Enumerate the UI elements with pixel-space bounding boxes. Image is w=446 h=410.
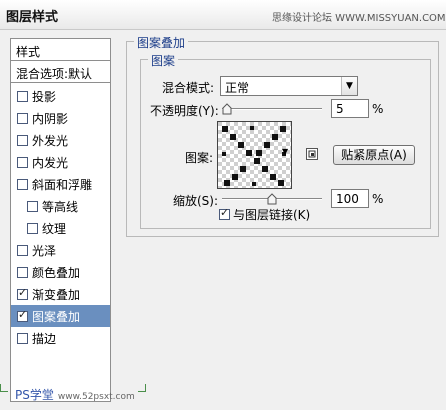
blend-mode-value: 正常 [225,81,250,95]
window-title: 图层样式 [6,10,59,25]
sidebar-item-checkbox[interactable] [17,308,28,322]
watermark-top: 思缘设计论坛 WWW.MISSYUAN.COM [272,13,446,24]
sidebar-item-checkbox[interactable] [17,112,28,124]
pattern-swatch[interactable] [217,121,292,189]
opacity-input[interactable]: 5 [331,99,369,118]
styles-header[interactable]: 样式 [11,39,110,61]
sidebar-item-checkbox[interactable] [17,178,28,190]
watermark-main: PS学堂 [15,388,54,402]
sidebar-item-label: 描边 [32,331,57,346]
sidebar-item-checkbox[interactable] [17,244,28,256]
new-preset-icon[interactable] [306,148,318,160]
pattern-dropdown-icon[interactable]: ▼ [282,147,288,156]
pattern-overlay-legend: 图案叠加 [134,34,189,51]
checkbox-icon[interactable] [219,206,230,220]
opacity-label: 不透明度(Y): [150,104,219,118]
sidebar-item-checkbox[interactable] [17,134,28,146]
sidebar-item-label: 外发光 [32,133,69,148]
sidebar-item-label: 图案叠加 [32,309,81,324]
sidebar-item[interactable]: 光泽 [11,239,110,261]
sidebar-item[interactable]: 渐变叠加 [11,283,110,305]
link-with-layer-label: 与图层链接(K) [233,208,311,222]
sidebar-item-label: 渐变叠加 [32,287,81,302]
opacity-unit: % [372,102,384,116]
sidebar-item-label: 等高线 [42,199,79,214]
chevron-down-icon[interactable]: ▼ [341,77,357,95]
sidebar-item-label: 投影 [32,89,57,104]
pattern-preview [218,122,291,188]
sidebar-item[interactable]: 等高线 [11,195,110,217]
sidebar-item[interactable]: 投影 [11,85,110,107]
sidebar-item-checkbox[interactable] [17,266,28,278]
opacity-slider-track[interactable] [222,108,322,110]
watermark-bottom: PS学堂 www.52psxt.com [15,386,135,403]
sidebar-item-checkbox[interactable] [27,222,38,234]
scale-label: 缩放(S): [173,194,219,208]
title-bar: 图层样式 思缘设计论坛 WWW.MISSYUAN.COM [0,0,446,30]
sidebar-item-label: 内发光 [32,155,69,170]
watermark-sub: www.52psxt.com [57,392,135,402]
sidebar-item-label: 内阴影 [32,111,69,126]
sidebar-item-checkbox[interactable] [17,286,28,300]
blend-mode-label: 混合模式: [162,81,215,95]
sidebar-item-checkbox[interactable] [27,200,38,212]
sidebar-item-label: 光泽 [32,243,57,258]
scale-input[interactable]: 100 [331,189,369,208]
sidebar-item[interactable]: 内阴影 [11,107,110,129]
sidebar-item[interactable]: 图案叠加 [11,305,110,327]
sidebar-item-checkbox[interactable] [17,332,28,344]
styles-sidebar: 样式 混合选项:默认 投影内阴影外发光内发光斜面和浮雕等高线纹理光泽颜色叠加渐变… [10,38,111,402]
sidebar-item-checkbox[interactable] [17,156,28,168]
sidebar-item[interactable]: 斜面和浮雕 [11,173,110,195]
link-with-layer-checkbox[interactable]: 与图层链接(K) [219,206,310,223]
sidebar-item-label: 颜色叠加 [32,265,81,280]
pattern-legend: 图案 [148,52,179,69]
sidebar-item-label: 斜面和浮雕 [32,177,93,192]
scale-unit: % [372,192,384,206]
sidebar-item[interactable]: 内发光 [11,151,110,173]
sidebar-item[interactable]: 纹理 [11,217,110,239]
scale-slider-thumb[interactable] [267,193,277,205]
sidebar-item[interactable]: 描边 [11,327,110,349]
pattern-label: 图案: [185,151,214,165]
blend-mode-select[interactable]: 正常 ▼ [220,76,358,96]
corner-mark-icon [138,384,146,392]
corner-mark-icon [0,384,8,392]
sidebar-item[interactable]: 外发光 [11,129,110,151]
snap-to-origin-button[interactable]: 贴紧原点(A) [333,145,415,165]
sidebar-item-checkbox[interactable] [17,90,28,102]
sidebar-item[interactable]: 颜色叠加 [11,261,110,283]
blend-options-item[interactable]: 混合选项:默认 [11,61,110,83]
sidebar-item-label: 纹理 [42,221,67,236]
opacity-slider-thumb[interactable] [222,103,232,115]
